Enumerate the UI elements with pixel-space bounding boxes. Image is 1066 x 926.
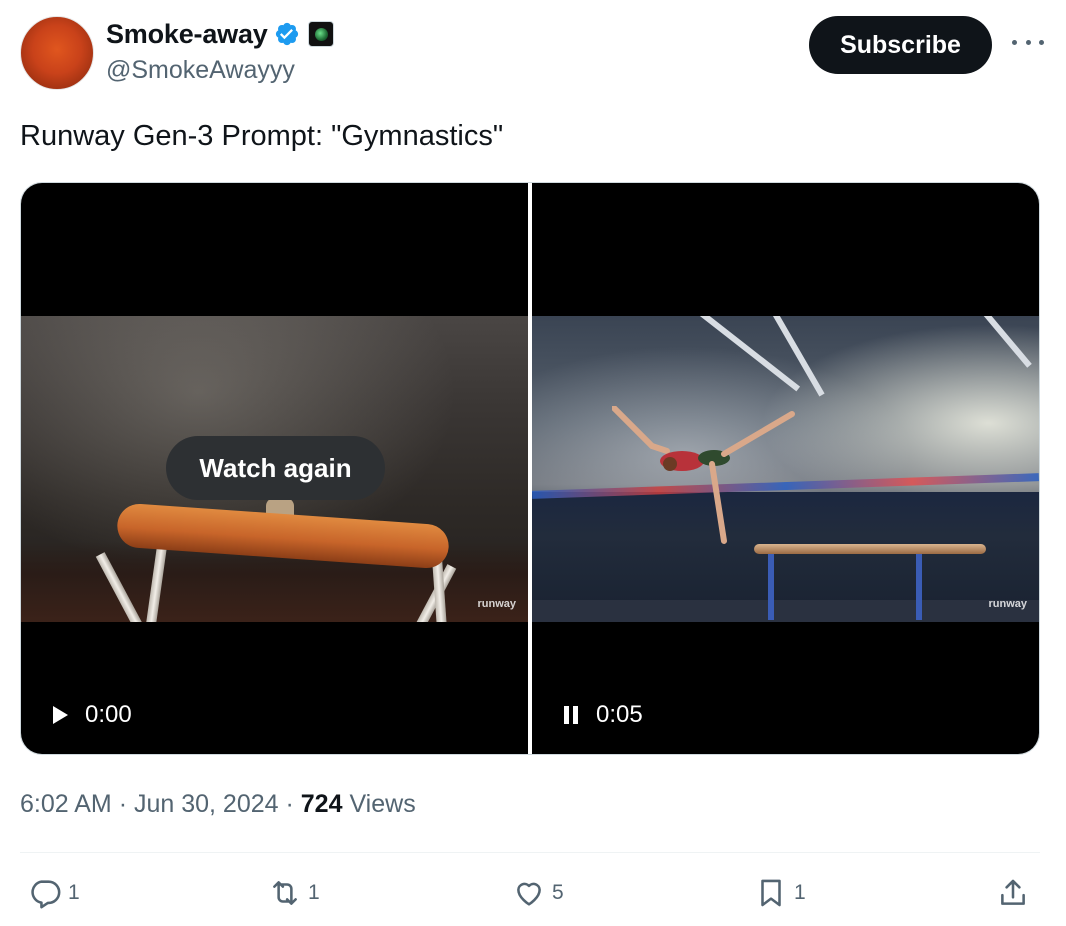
tweet-text: Runway Gen-3 Prompt: "Gymnastics" (20, 120, 504, 152)
video-controls: 0:00 (51, 701, 132, 729)
reply-count: 1 (68, 881, 80, 904)
like-button[interactable]: 5 (512, 876, 564, 910)
action-bar: 1 1 5 1 (0, 872, 1066, 920)
beam-post (768, 552, 774, 620)
reply-button[interactable]: 1 (28, 876, 80, 910)
verified-badge-icon (275, 22, 298, 46)
beam-post (916, 552, 922, 620)
video-player-right[interactable]: runway 0:05 (532, 183, 1039, 754)
runway-watermark: runway (477, 598, 516, 610)
avatar[interactable] (20, 16, 94, 90)
arena-floor (532, 600, 1039, 622)
affiliate-badge-icon[interactable] (307, 21, 334, 47)
repost-icon (273, 881, 297, 905)
like-count: 5 (552, 881, 564, 904)
video-controls: 0:05 (562, 701, 643, 729)
views-count: 724 (300, 790, 343, 818)
tweet-date[interactable]: Jun 30, 2024 (134, 790, 279, 818)
tweet-time[interactable]: 6:02 AM (20, 790, 112, 818)
bookmark-icon (761, 879, 781, 907)
pause-icon[interactable] (562, 704, 582, 726)
repost-count: 1 (308, 881, 320, 904)
share-button[interactable] (996, 876, 1030, 910)
tweet-header: Smoke-away @SmokeAwayyy Subscribe (20, 14, 1050, 90)
more-dots-icon[interactable] (1012, 30, 1044, 54)
video-time: 0:05 (596, 701, 643, 728)
share-icon (1001, 879, 1025, 905)
runway-watermark: runway (988, 598, 1027, 610)
views-label: Views (349, 790, 416, 818)
meta-separator: · (285, 790, 294, 818)
subscribe-button[interactable]: Subscribe (809, 16, 992, 74)
video-frame-arena: runway (532, 316, 1039, 622)
meta-separator: · (118, 790, 128, 818)
author-handle[interactable]: @SmokeAwayyy (106, 56, 334, 85)
author-display-name[interactable]: Smoke-away (106, 19, 268, 50)
dot (1012, 39, 1017, 45)
watch-again-button[interactable]: Watch again (166, 436, 385, 500)
video-player-left[interactable]: runway Watch again 0:00 (21, 183, 528, 754)
author-info: Smoke-away @SmokeAwayyy (106, 18, 334, 85)
author-name-row: Smoke-away (106, 18, 334, 50)
divider (20, 852, 1040, 853)
video-time: 0:00 (85, 701, 132, 728)
bookmark-button[interactable]: 1 (754, 876, 806, 910)
gymnast-figure (612, 406, 795, 544)
reply-icon (31, 880, 61, 909)
tweet-meta: 6:02 AM · Jun 30, 2024 · 724 Views (20, 790, 416, 819)
media-grid: runway Watch again 0:00 runway 0:05 (20, 182, 1040, 755)
play-icon[interactable] (51, 704, 71, 726)
dot (1025, 39, 1031, 45)
dot (1039, 39, 1044, 45)
bookmark-count: 1 (794, 881, 806, 904)
repost-button[interactable]: 1 (268, 876, 320, 910)
heart-icon (517, 882, 541, 906)
